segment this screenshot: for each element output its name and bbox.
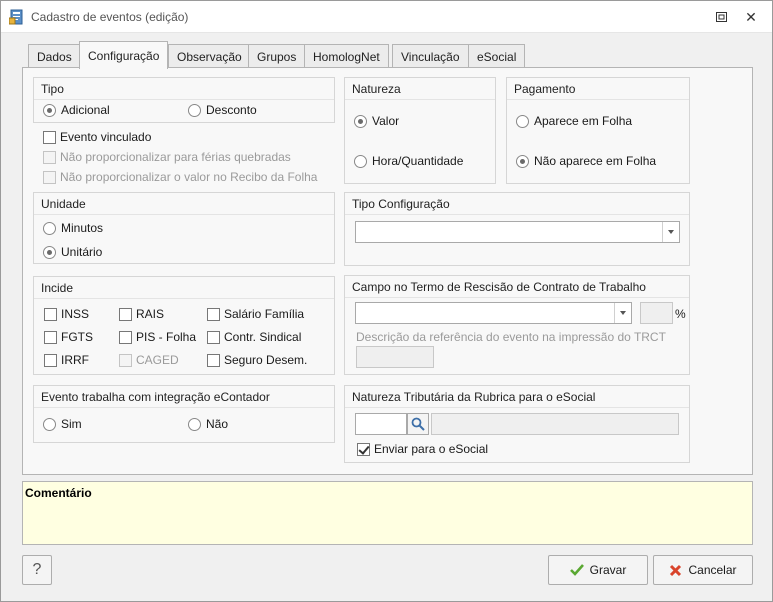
close-button[interactable]: ✕: [740, 7, 762, 27]
check-seguro-desem[interactable]: Seguro Desem.: [207, 353, 307, 367]
comment-area[interactable]: Comentário: [22, 481, 753, 545]
check-enviar-esocial[interactable]: Enviar para o eSocial: [357, 442, 488, 456]
group-econtador: Evento trabalha com integração eContador…: [33, 385, 335, 443]
radio-nao-aparece-em-folha[interactable]: Não aparece em Folha: [516, 154, 656, 168]
group-esocial-title: Natureza Tributária da Rubrica para o eS…: [345, 386, 689, 408]
radio-dot: [43, 221, 56, 235]
check-pis-folha[interactable]: PIS - Folha: [119, 330, 196, 344]
group-incide-title: Incide: [34, 277, 334, 299]
radio-dot: [43, 417, 56, 431]
radio-aparece-em-folha[interactable]: Aparece em Folha: [516, 114, 632, 128]
group-natureza: Natureza Valor Hora/Quantidade: [344, 77, 496, 184]
help-icon: ?: [32, 561, 42, 578]
radio-dot: [188, 103, 201, 117]
check-nao-proporcionalizar-recibo[interactable]: Não proporcionalizar o valor no Recibo d…: [43, 170, 317, 184]
group-unidade-title: Unidade: [34, 193, 334, 215]
radio-desconto[interactable]: Desconto: [188, 103, 257, 117]
check-rais[interactable]: RAIS: [119, 307, 164, 321]
group-tipo-configuracao: Tipo Configuração: [344, 192, 690, 266]
save-button[interactable]: Gravar: [548, 555, 648, 585]
check-icon: [569, 564, 584, 576]
tab-vinculacao[interactable]: Vinculação: [392, 44, 469, 68]
checkbox: [43, 130, 56, 144]
checkbox-checked: [357, 442, 370, 456]
tab-dados[interactable]: Dados: [28, 44, 81, 68]
trct-percent-input[interactable]: [640, 302, 673, 324]
percent-symbol: %: [675, 307, 686, 321]
checkbox: [43, 150, 56, 164]
check-inss[interactable]: INSS: [44, 307, 89, 321]
esocial-description-input[interactable]: [431, 413, 679, 435]
radio-adicional[interactable]: Adicional: [43, 103, 110, 117]
radio-dot: [188, 417, 201, 431]
group-tipo-title: Tipo: [34, 78, 334, 100]
restore-icon: [715, 12, 727, 22]
esocial-search-button[interactable]: [407, 413, 429, 435]
cancel-icon: [670, 564, 682, 576]
radio-nao[interactable]: Não: [188, 417, 228, 431]
trct-desc-input[interactable]: [356, 346, 434, 368]
group-pagamento: Pagamento Aparece em Folha Não aparece e…: [506, 77, 690, 184]
check-evento-vinculado[interactable]: Evento vinculado: [43, 130, 151, 144]
tipo-configuracao-combo[interactable]: [355, 221, 680, 243]
help-button[interactable]: ?: [22, 555, 52, 585]
window-title: Cadastro de eventos (edição): [31, 10, 189, 24]
app-icon: [9, 9, 23, 25]
trct-campo-combo[interactable]: [355, 302, 632, 324]
group-pagamento-title: Pagamento: [507, 78, 689, 100]
radio-hora-quantidade[interactable]: Hora/Quantidade: [354, 154, 463, 168]
check-irrf[interactable]: IRRF: [44, 353, 89, 367]
tab-esocial[interactable]: eSocial: [468, 44, 526, 68]
group-unidade: Unidade Minutos Unitário: [33, 192, 335, 264]
tab-grupos[interactable]: Grupos: [248, 44, 306, 68]
checkbox: [43, 170, 56, 184]
cancel-button[interactable]: Cancelar: [653, 555, 753, 585]
tab-homolognet[interactable]: HomologNet: [304, 44, 389, 68]
check-contr-sindical[interactable]: Contr. Sindical: [207, 330, 301, 344]
search-icon: [411, 417, 425, 431]
group-natureza-title: Natureza: [345, 78, 495, 100]
chevron-down-icon[interactable]: [614, 303, 631, 323]
radio-sim[interactable]: Sim: [43, 417, 82, 431]
tab-configuracao[interactable]: Configuração: [79, 41, 169, 69]
group-tipo-configuracao-title: Tipo Configuração: [345, 193, 689, 215]
radio-dot-selected: [516, 154, 529, 168]
check-salario-familia[interactable]: Salário Família: [207, 307, 304, 321]
radio-dot-selected: [43, 245, 56, 259]
radio-valor[interactable]: Valor: [354, 114, 399, 128]
trct-desc-label: Descrição da referência do evento na imp…: [356, 330, 666, 344]
radio-dot: [516, 114, 529, 128]
chevron-down-icon[interactable]: [662, 222, 679, 242]
check-fgts[interactable]: FGTS: [44, 330, 93, 344]
check-caged[interactable]: CAGED: [119, 353, 179, 367]
check-nao-proporcionalizar-ferias[interactable]: Não proporcionalizar para férias quebrad…: [43, 150, 291, 164]
radio-dot-selected: [43, 103, 56, 117]
group-econtador-title: Evento trabalha com integração eContador: [34, 386, 334, 408]
group-tipo: Tipo Adicional Desconto: [33, 77, 335, 123]
group-incide: Incide INSS RAIS Salário Família FGTS PI…: [33, 276, 335, 375]
radio-minutos[interactable]: Minutos: [43, 221, 103, 235]
esocial-code-input[interactable]: [355, 413, 407, 435]
title-bar: Cadastro de eventos (edição) ✕: [1, 1, 772, 33]
comment-label: Comentário: [25, 486, 92, 500]
dialog-window: Cadastro de eventos (edição) ✕ Dados Con…: [0, 0, 773, 602]
radio-dot: [354, 154, 367, 168]
close-icon: ✕: [745, 8, 757, 25]
group-esocial: Natureza Tributária da Rubrica para o eS…: [344, 385, 690, 463]
tab-observacao[interactable]: Observação: [168, 44, 251, 68]
restore-button[interactable]: [710, 7, 732, 27]
group-trct-title: Campo no Termo de Rescisão de Contrato d…: [345, 276, 689, 298]
radio-unitario[interactable]: Unitário: [43, 245, 102, 259]
group-trct: Campo no Termo de Rescisão de Contrato d…: [344, 275, 690, 375]
radio-dot-selected: [354, 114, 367, 128]
